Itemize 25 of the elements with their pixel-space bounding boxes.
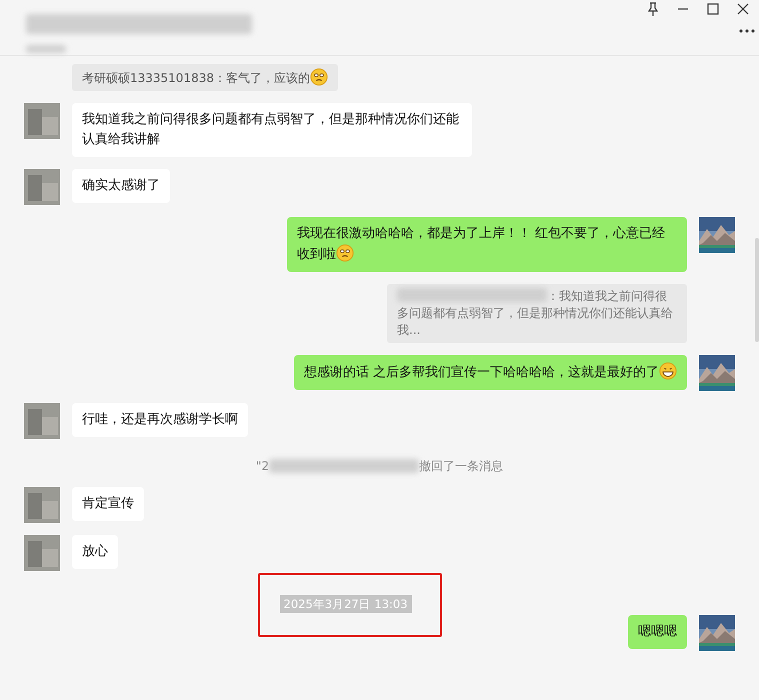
quoted-message: 考研硕硕13335101838：客气了，应该的: [72, 64, 338, 91]
subtitle-blurred: [26, 45, 66, 53]
recall-prefix-text: "2: [256, 458, 270, 475]
message-bubble: 嗯嗯嗯: [628, 615, 687, 649]
message-bubble: 肯定宣传: [72, 487, 144, 521]
scrollbar[interactable]: [755, 238, 759, 342]
more-icon[interactable]: [739, 28, 755, 34]
message-bubble: 我现在很激动哈哈哈，都是为了上岸！！ 红包不要了，心意已经收到啦: [287, 217, 687, 272]
message-bubble: 行哇，还是再次感谢学长啊: [72, 403, 248, 437]
close-icon[interactable]: [735, 1, 751, 17]
avatar-blurred[interactable]: [24, 103, 60, 139]
timestamp: 2025年3月27日 13:03: [280, 595, 412, 613]
avatar-blurred[interactable]: [24, 169, 60, 205]
avatar-blurred[interactable]: [24, 487, 60, 523]
grinning-emoji-icon: [659, 362, 677, 380]
message-bubble: 我知道我之前问得很多问题都有点弱智了，但是那种情况你们还能认真给我讲解: [72, 103, 472, 157]
maximize-icon[interactable]: [705, 1, 721, 17]
recall-notice: 撤回了一条消息: [419, 458, 504, 475]
avatar-blurred[interactable]: [24, 535, 60, 571]
avatar-blurred[interactable]: [24, 403, 60, 439]
quoted-message: ：我知道我之前问得很多问题都有点弱智了，但是那种情况你们还能认真给我...: [387, 284, 687, 343]
message-bubble: 放心: [72, 535, 118, 569]
message-bubble: 确实太感谢了: [72, 169, 170, 203]
pin-icon[interactable]: [645, 1, 661, 17]
message-bubble: 想感谢的话 之后多帮我们宣传一下哈哈哈哈，这就是最好的了: [294, 355, 687, 390]
